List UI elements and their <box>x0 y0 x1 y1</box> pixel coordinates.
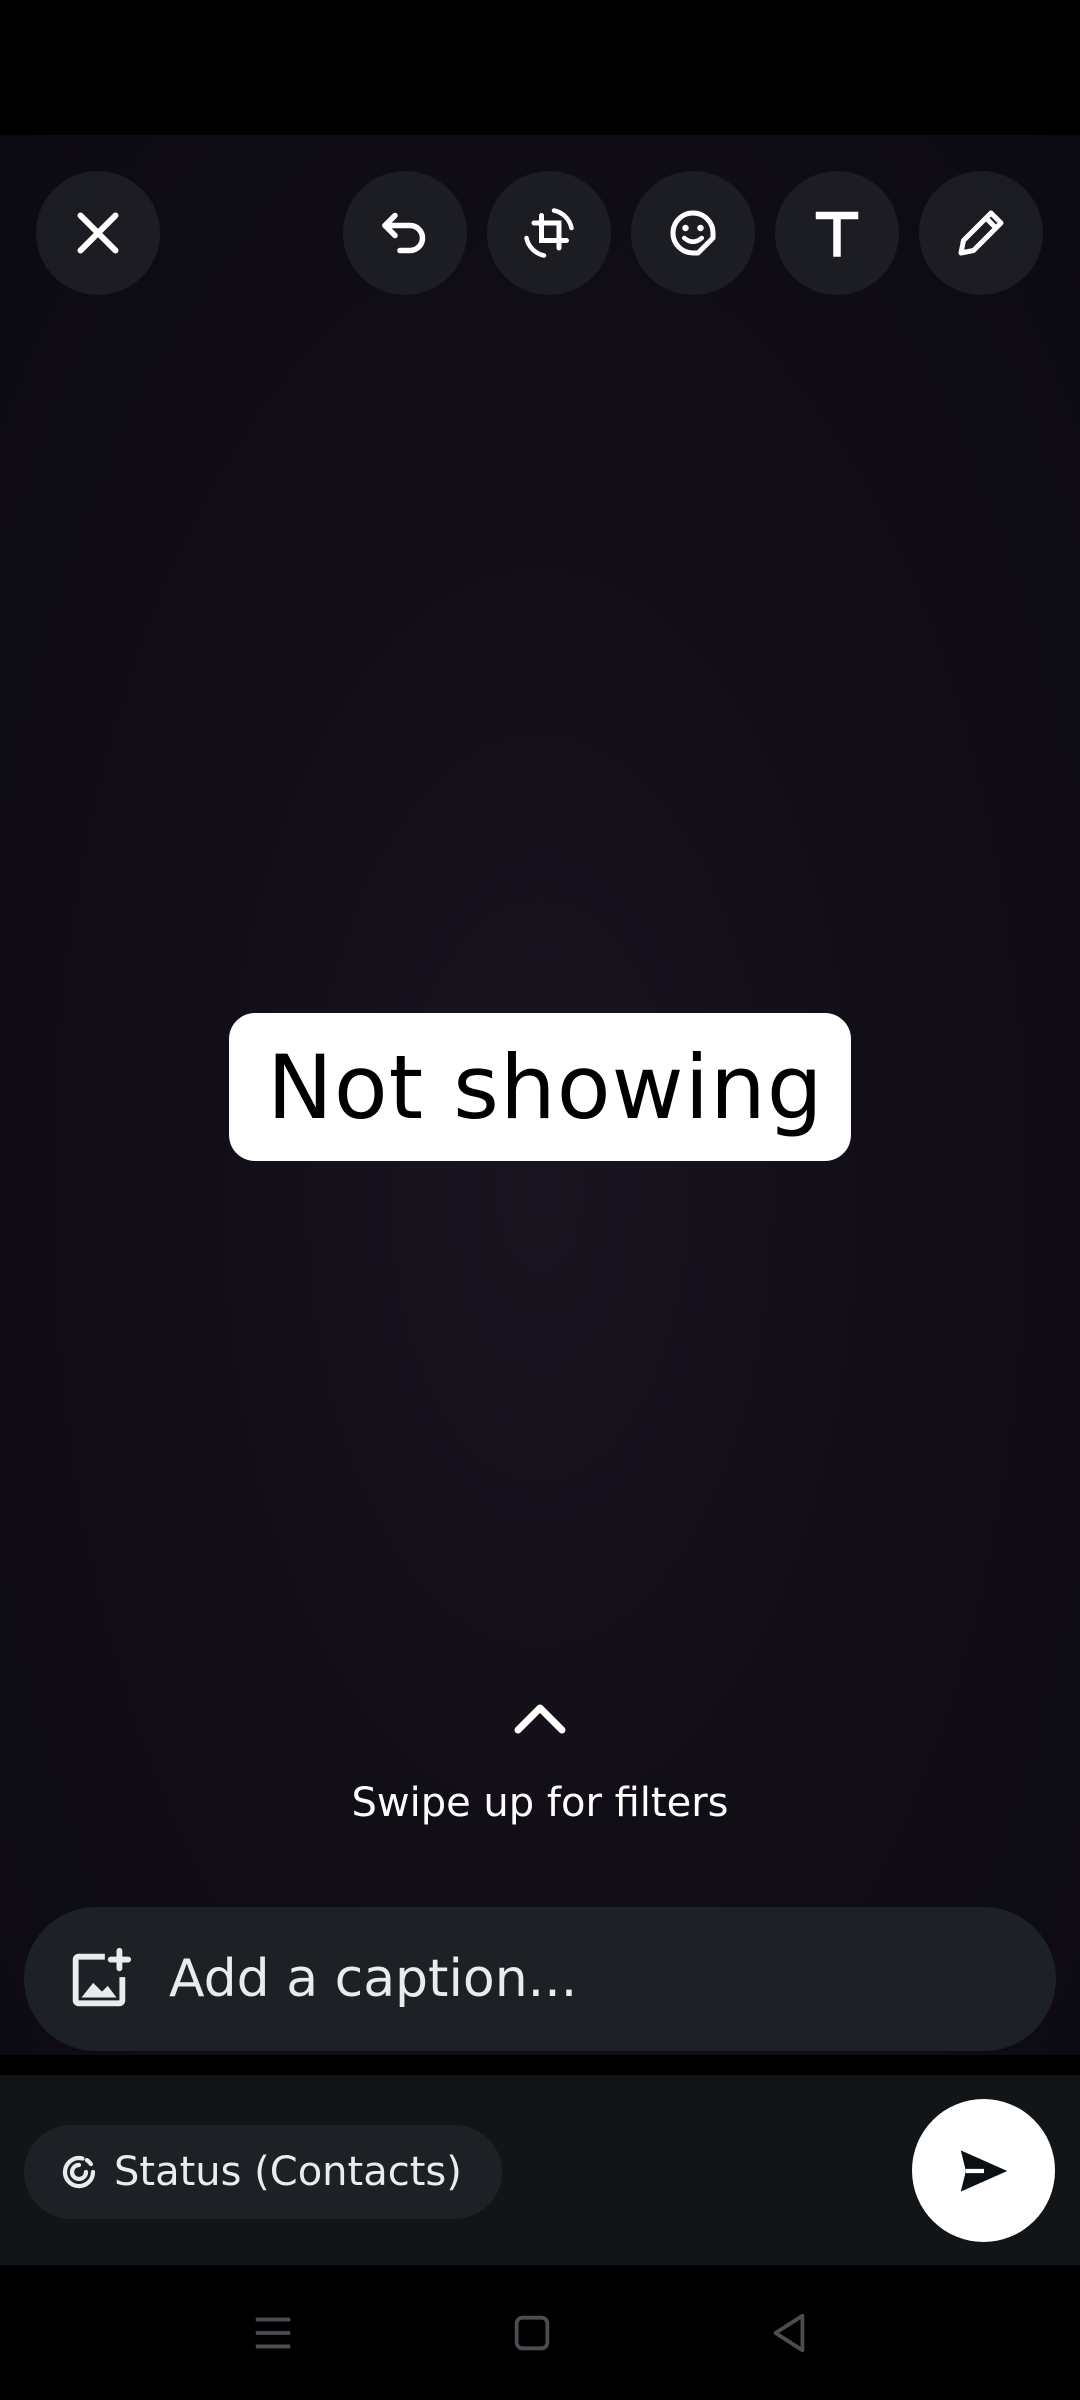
recent-apps-icon[interactable] <box>249 2310 297 2356</box>
add-media-icon[interactable] <box>64 1945 134 2015</box>
chevron-up-icon <box>514 1704 566 1734</box>
pencil-icon <box>958 210 1004 256</box>
text-sticker[interactable]: Not showing <box>229 1013 851 1161</box>
draw-button[interactable] <box>919 171 1043 295</box>
status-audience-label: Status (Contacts) <box>114 2149 462 2195</box>
sticker-button[interactable] <box>631 171 755 295</box>
text-icon <box>815 211 859 257</box>
sticker-icon <box>670 210 716 256</box>
caption-input[interactable]: Add a caption... <box>169 1907 577 2051</box>
status-audience-chip[interactable]: Status (Contacts) <box>24 2125 502 2219</box>
send-icon <box>960 2149 1007 2192</box>
close-button[interactable] <box>36 171 160 295</box>
close-icon <box>77 212 119 254</box>
home-icon[interactable] <box>508 2310 556 2356</box>
filters-hint: Swipe up for filters <box>351 1780 729 1826</box>
caption-bar[interactable]: Add a caption... <box>24 1907 1056 2051</box>
undo-button[interactable] <box>343 171 467 295</box>
undo-icon <box>382 212 426 254</box>
send-button[interactable] <box>912 2099 1055 2242</box>
text-button[interactable] <box>775 171 899 295</box>
crop-rotate-button[interactable] <box>487 171 611 295</box>
back-icon[interactable] <box>765 2310 813 2356</box>
crop-rotate-icon <box>524 208 574 258</box>
status-bar <box>0 0 1080 135</box>
text-sticker-label: Not showing <box>267 1035 824 1139</box>
status-icon <box>62 2155 96 2189</box>
